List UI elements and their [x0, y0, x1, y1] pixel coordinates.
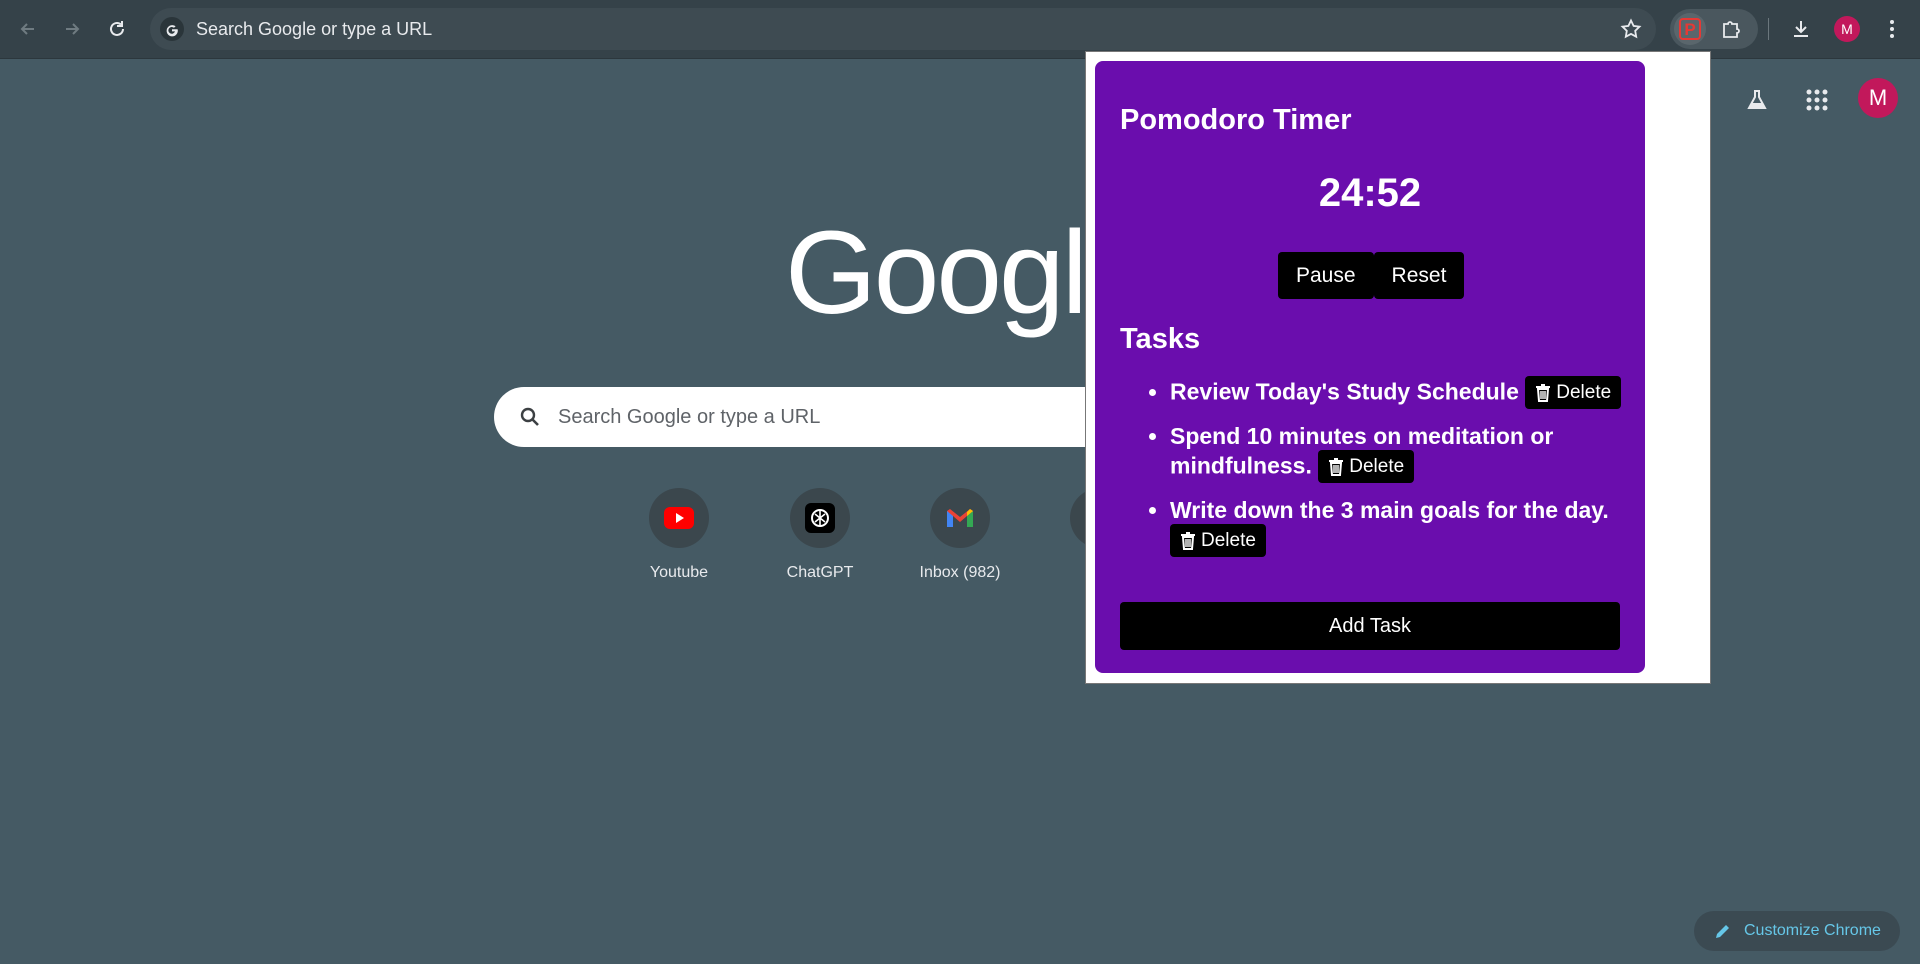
puzzle-icon[interactable]: [1720, 17, 1744, 46]
forward-button[interactable]: [54, 11, 90, 47]
customize-chrome-button[interactable]: Customize Chrome: [1694, 911, 1900, 951]
gmail-icon: [947, 509, 973, 527]
delete-label: Delete: [1201, 530, 1256, 551]
pomodoro-extension-button[interactable]: P: [1674, 13, 1706, 45]
search-icon: [518, 405, 542, 434]
bookmark-star-icon[interactable]: [1620, 18, 1642, 45]
reset-button[interactable]: Reset: [1373, 252, 1465, 299]
delete-task-button[interactable]: Delete: [1318, 450, 1415, 483]
tasks-heading: Tasks: [1120, 323, 1201, 355]
trash-icon: [1329, 457, 1344, 476]
delete-task-button[interactable]: Delete: [1170, 524, 1266, 557]
chatgpt-icon: [805, 503, 835, 533]
task-text: Write down the 3 main goals for the day.: [1170, 497, 1609, 523]
task-text: Review Today's Study Schedule: [1170, 378, 1519, 405]
delete-task-button[interactable]: Delete: [1525, 376, 1622, 409]
task-list: Review Today's Study Schedule Delete Spe…: [1120, 376, 1630, 570]
pause-button[interactable]: Pause: [1278, 252, 1374, 299]
google-g-icon: [160, 17, 184, 41]
menu-button[interactable]: [1874, 11, 1910, 47]
shortcut-chatgpt[interactable]: ChatGPT: [760, 488, 880, 582]
omnibox-text[interactable]: Search Google or type a URL: [196, 19, 432, 40]
back-button[interactable]: [10, 11, 46, 47]
timer-display: 24:52: [1318, 171, 1422, 215]
shortcut-inbox[interactable]: Inbox (982): [900, 488, 1020, 582]
delete-label: Delete: [1349, 456, 1405, 477]
toolbar-separator: [1768, 18, 1769, 40]
task-item: Write down the 3 main goals for the day.…: [1170, 496, 1630, 558]
labs-flask-icon[interactable]: [1745, 88, 1769, 117]
timer-controls: Pause Reset: [1278, 252, 1465, 299]
omnibox[interactable]: Search Google or type a URL: [150, 8, 1656, 50]
reload-button[interactable]: [99, 11, 135, 47]
forward-arrow-icon: [66, 23, 80, 35]
downloads-button[interactable]: [1783, 11, 1819, 47]
task-item: Spend 10 minutes on meditation or mindfu…: [1170, 422, 1630, 484]
popup-title: Pomodoro Timer: [1120, 104, 1352, 136]
youtube-icon: [664, 507, 694, 529]
shortcut-label: Inbox (982): [919, 564, 1001, 581]
extensions-area: P: [1670, 9, 1758, 49]
trash-icon: [1181, 531, 1195, 550]
extension-popup: Pomodoro Timer 24:52 Pause Reset Tasks R…: [1085, 51, 1711, 684]
shortcut-youtube[interactable]: Youtube: [619, 488, 739, 582]
reload-icon: [110, 21, 124, 36]
ntp-account-avatar[interactable]: M: [1858, 78, 1898, 118]
extension-letter: P: [1679, 18, 1701, 40]
ntp-search-placeholder[interactable]: Search Google or type a URL: [558, 406, 820, 429]
add-task-button[interactable]: Add Task: [1120, 602, 1620, 650]
download-icon: [1794, 21, 1808, 37]
shortcut-label: ChatGPT: [786, 564, 854, 581]
task-item: Review Today's Study Schedule Delete: [1170, 376, 1630, 410]
back-arrow-icon: [20, 23, 34, 35]
delete-label: Delete: [1556, 382, 1612, 403]
pomodoro-panel: Pomodoro Timer 24:52 Pause Reset Tasks R…: [1095, 61, 1645, 673]
shortcut-label: Youtube: [649, 564, 709, 581]
pencil-icon: [1716, 925, 1729, 938]
google-apps-icon[interactable]: [1806, 89, 1828, 116]
trash-icon: [1536, 383, 1551, 402]
profile-avatar[interactable]: M: [1834, 16, 1860, 42]
customize-chrome-label: Customize Chrome: [1744, 922, 1881, 939]
kebab-menu-icon: [1890, 20, 1894, 38]
